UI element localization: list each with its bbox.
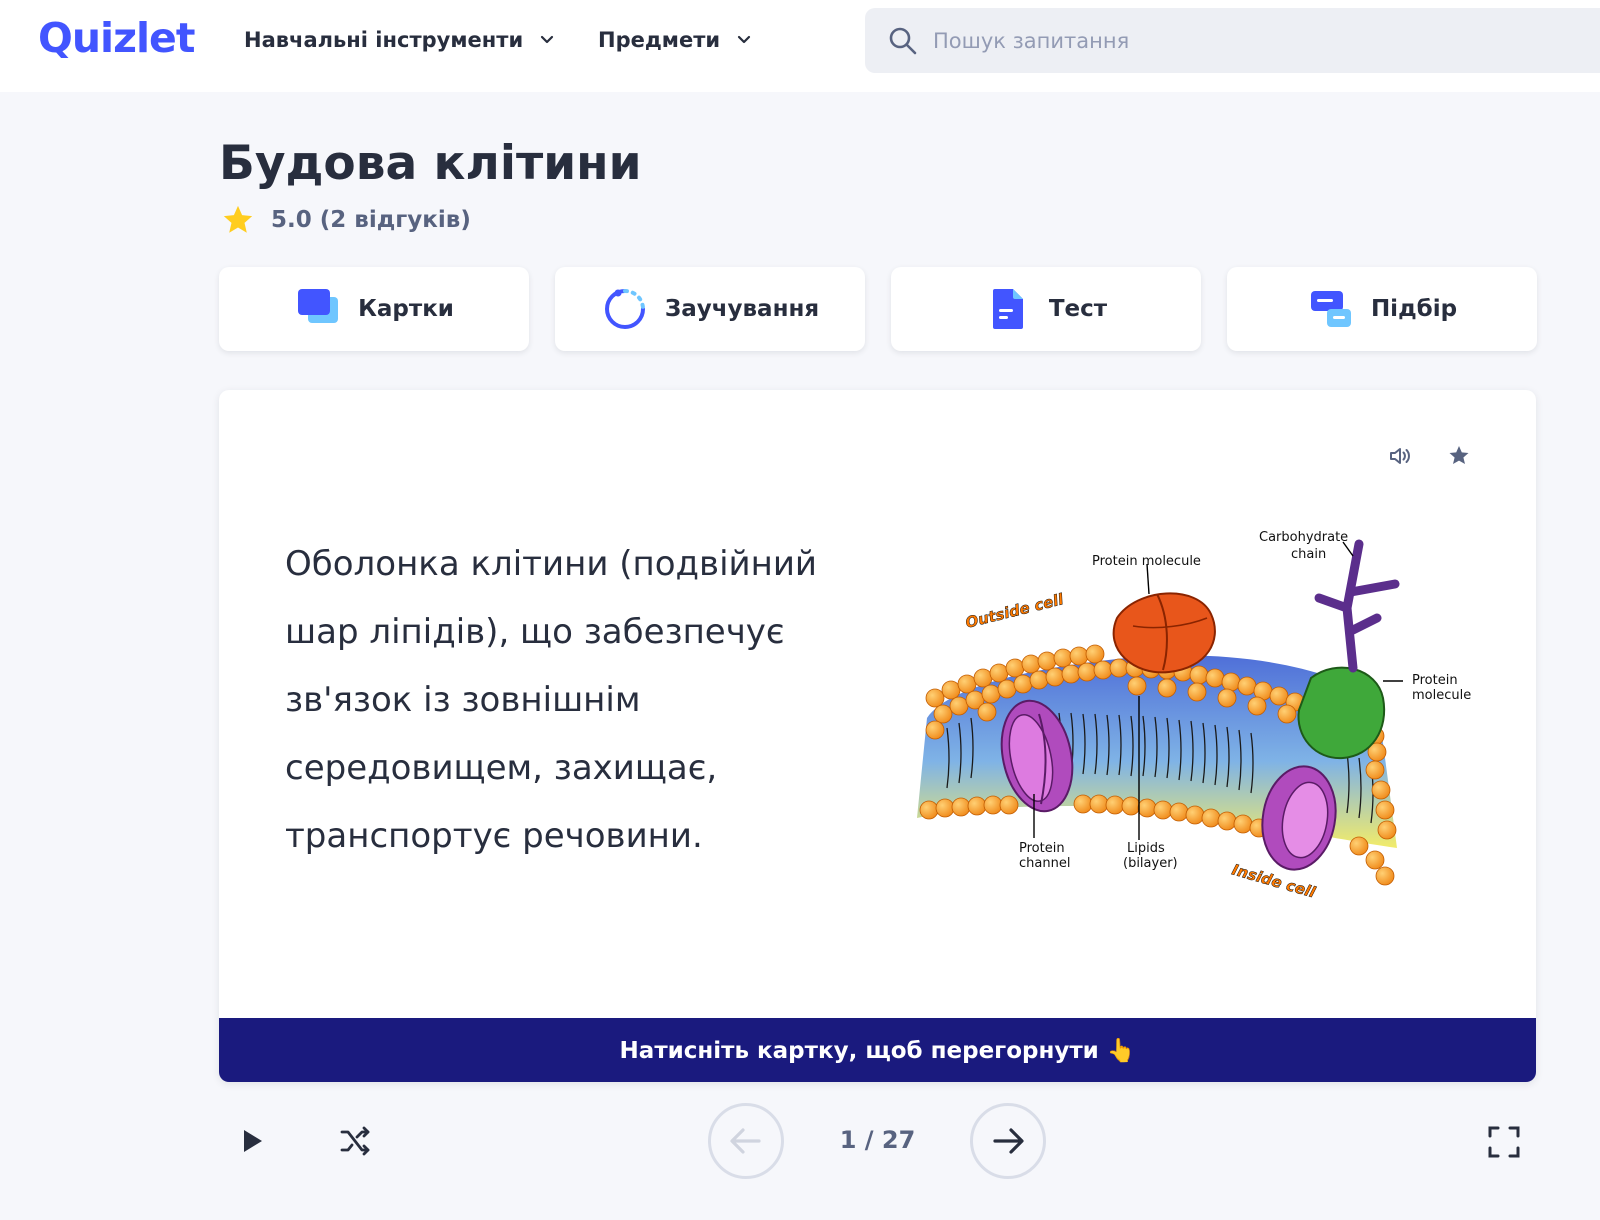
star-icon[interactable] [1445,442,1473,470]
quizlet-logo[interactable]: Quizlet [38,14,195,62]
rating-text: 5.0 (2 відгуків) [271,207,471,233]
star-icon [223,205,253,233]
test-icon [992,289,1023,329]
card-term: Оболонка клітини (подвійний шар ліпідів)… [285,544,818,856]
mode-learn-button[interactable]: Заучування [555,267,865,351]
nav-study-tools-label: Навчальні інструменти [244,28,524,52]
mode-flashcards-label: Картки [358,296,454,322]
rating[interactable]: 5.0 (2 відгуків) [221,203,471,237]
diagram-label-lipids-2: (bilayer) [1123,856,1178,871]
mode-test-button[interactable]: Тест [891,267,1201,351]
shuffle-icon[interactable] [338,1124,372,1158]
fullscreen-icon[interactable] [1486,1124,1522,1160]
diagram-label-carbohydrate-1: Carbohydrate [1259,530,1348,545]
nav-subjects[interactable]: Предмети [598,28,754,52]
chevron-down-icon [541,35,554,44]
learn-icon [604,289,645,329]
mode-flashcards-button[interactable]: Картки [219,267,529,351]
top-header: Quizlet Навчальні інструменти Предмети [0,0,1600,92]
audio-icon[interactable] [1386,442,1414,470]
arrow-left-icon [730,1128,761,1154]
cell-membrane-diagram: Carbohydrate chain Protein molecule Prot… [917,530,1471,902]
nav-study-tools[interactable]: Навчальні інструменти [244,28,557,52]
diagram-label-channel-2: channel [1019,856,1070,871]
diagram-label-outside: Outside cell [964,590,1066,632]
chevron-down-icon [738,35,751,44]
previous-card-button[interactable] [708,1103,784,1179]
mode-learn-label: Заучування [664,296,820,322]
page-title: Будова клітини [219,136,642,191]
diagram-label-channel-1: Protein [1019,841,1065,856]
search-bar[interactable] [865,8,1600,73]
match-icon [1310,291,1351,327]
diagram-label-protein-right-1: Protein [1412,673,1458,688]
play-icon[interactable] [236,1125,268,1157]
flip-hint-bar[interactable]: Натисніть картку, щоб перегорнути 👆 [219,1018,1536,1082]
next-card-button[interactable] [970,1103,1046,1179]
diagram-label-protein-top: Protein molecule [1092,554,1201,569]
search-icon [889,27,917,54]
card-counter: 1 / 27 [839,1126,916,1154]
mode-test-label: Тест [1048,296,1108,322]
arrow-right-icon [993,1128,1024,1154]
mode-match-button[interactable]: Підбір [1227,267,1537,351]
diagram-label-carbohydrate-2: chain [1291,547,1326,562]
diagram-label-protein-right-2: molecule [1412,688,1471,703]
mode-match-label: Підбір [1370,296,1458,322]
nav-subjects-label: Предмети [598,28,721,52]
flashcards-icon [298,289,339,323]
flashcard[interactable]: Оболонка клітини (подвійний шар ліпідів)… [219,390,1536,1082]
search-input[interactable] [933,28,1533,53]
diagram-label-lipids-1: Lipids [1127,841,1165,856]
